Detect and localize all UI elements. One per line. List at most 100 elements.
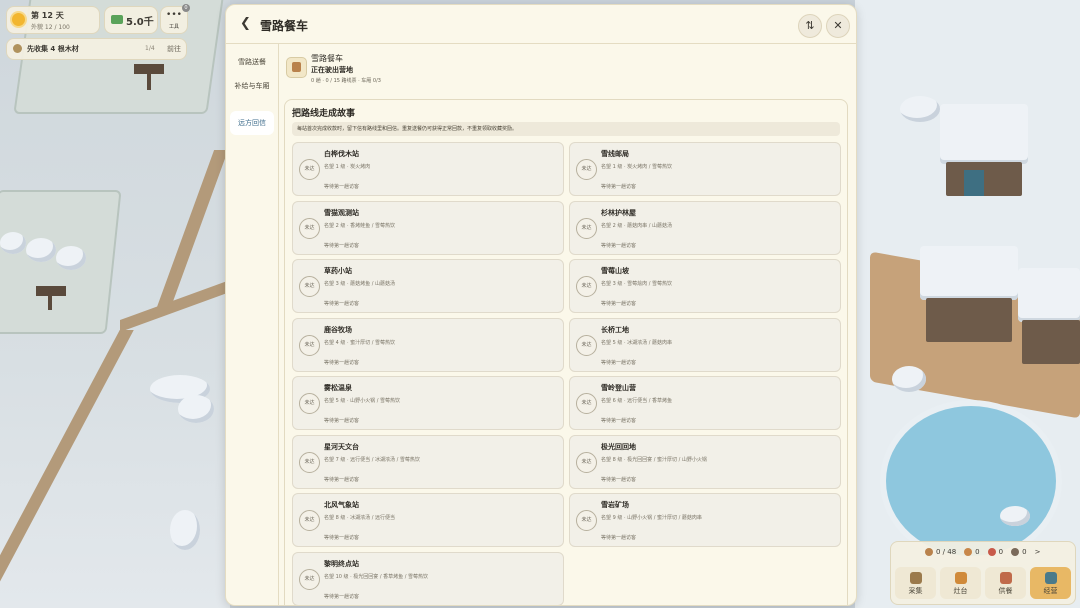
snowball — [56, 246, 86, 270]
resource-item: 0 — [964, 548, 980, 556]
train-summary: 雪路餐车 正在驶出营地 0 趟 · 0 / 15 路线票 · 车厢 0/3 — [286, 53, 846, 93]
station-name: 鹿谷牧场 — [324, 325, 352, 334]
stove-button[interactable]: 灶台 — [940, 567, 981, 599]
locked-stamp-icon: 未达 — [299, 276, 320, 297]
station-card[interactable]: 未达 雪岭登山营 名望 6 级 · 远行便当 / 香草烤鱼 等待第一趟访客 — [569, 376, 841, 430]
station-card[interactable]: 未达 白桦伐木站 名望 1 级 · 炭火烤肉 等待第一趟访客 — [292, 142, 564, 196]
snow-dining-car-dialog: ❮ 雪路餐车 ⇅ ✕ 雪路送餐 补给与车厢 远方回信 雪路餐车 正在驶出营地 0… — [225, 4, 857, 606]
station-requirements: 名望 8 级 · 极光回回宴 / 蜜汁厚切 / 山野小火锅 — [601, 456, 707, 463]
station-card[interactable]: 未达 草药小站 名望 3 级 · 蘑菇烤鱼 / 山蘑菇汤 等待第一趟访客 — [292, 259, 564, 313]
side-nav: 雪路送餐 补给与车厢 远方回信 — [226, 43, 279, 605]
station-status: 等待第一趟访客 — [601, 184, 637, 190]
station-card[interactable]: 未达 雪岩矿场 名望 9 级 · 山野小火锅 / 蜜汁厚切 / 蘑菇肉串 等待第一趟访… — [569, 493, 841, 547]
tools-button[interactable]: ••• 工具 0 — [160, 4, 190, 34]
station-card[interactable]: 未达 星河天文台名望 7 级 · 远行便当 / 冰湖浓汤 / 雪莓热饮 等待第一趟访… — [292, 434, 564, 489]
station-card[interactable]: 未达 雪莓山坡 名望 3 级 · 雪莓烩肉 / 雪莓热饮 等待第一趟访客 — [569, 259, 841, 313]
station-card[interactable]: 未达 北风气象站 名望 8 级 · 冰湖浓汤 / 远行便当 等待第一趟访客 — [292, 493, 564, 547]
locked-stamp-icon: 未达 — [299, 568, 320, 590]
train-name: 雪路餐车 — [311, 54, 343, 63]
station-status: 等待第一趟访客 — [324, 476, 360, 483]
station-requirements: 名望 1 级 · 炭火烤肉 / 雪莓热饮 — [601, 164, 672, 170]
locked-stamp-icon: 未达 — [576, 510, 597, 531]
serve-button[interactable]: 供餐 — [985, 567, 1026, 599]
gather-button[interactable]: 采集 — [895, 567, 936, 599]
station-status: 等待第一趟访客 — [601, 476, 637, 483]
resource-item: 0 — [1011, 548, 1027, 556]
station-status: 等待第一趟访客 — [601, 359, 637, 366]
back-arrow-icon[interactable]: ❮ — [240, 17, 252, 31]
station-card[interactable]: 未达 雾松温泉 名望 5 级 · 山野小火锅 / 雪莓热饮 等待第一趟访客 — [292, 376, 564, 430]
station-status: 等待第一趟访客 — [324, 359, 360, 366]
money-value: 5.0千 — [126, 17, 154, 28]
station-card[interactable]: 未达 鹿谷牧场 名望 4 级 · 蜜汁厚切 / 雪莓热饮 等待第一趟访客 — [292, 317, 564, 372]
wood-icon — [964, 548, 973, 556]
locked-stamp-icon: 未达 — [576, 334, 597, 356]
station-requirements: 名望 2 级 · 蘑菇肉串 / 山蘑菇汤 — [601, 222, 672, 229]
tab-snow-delivery[interactable]: 雪路送餐 — [230, 57, 274, 68]
tip-banner: 每站首次完成收款时，留下信有路线里和回信。重复送餐仍可获得正常回款，不重复领取收… — [292, 122, 840, 136]
swap-button[interactable]: ⇅ — [798, 14, 822, 38]
station-name: 白桦伐木站 — [324, 150, 359, 158]
station-card[interactable]: 未达 极光回回地 名望 8 级 · 极光回回宴 / 蜜汁厚切 / 山野小火锅 等待第一… — [569, 434, 841, 489]
resource-counters: 0 / 48 0 0 0 > — [925, 548, 1040, 556]
locked-stamp-icon: 未达 — [576, 393, 597, 414]
station-requirements: 名望 7 级 · 远行便当 / 冰湖浓汤 / 雪莓热饮 — [324, 456, 420, 463]
locked-stamp-icon: 未达 — [299, 510, 320, 531]
close-button[interactable]: ✕ — [826, 14, 850, 38]
station-requirements: 名望 9 级 · 山野小火锅 / 蜜汁厚切 / 蘑菇肉串 — [601, 515, 702, 521]
day-indicator[interactable]: 第 12 天 外貌 12 / 100 — [6, 6, 100, 34]
notification-badge: 0 — [182, 4, 190, 12]
station-name: 北风气象站 — [324, 501, 359, 509]
train-stats: 0 趟 · 0 / 15 路线票 · 车厢 0/3 — [311, 78, 381, 84]
axe-icon — [910, 572, 922, 584]
snowball — [892, 366, 926, 392]
station-name: 雪猫观测站 — [324, 208, 359, 217]
locked-stamp-icon: 未达 — [576, 217, 597, 239]
signpost — [48, 292, 52, 310]
station-name: 杉林护林屋 — [601, 208, 636, 217]
station-requirements: 名望 2 级 · 香烤鲑鱼 / 雪莓热饮 — [324, 222, 395, 229]
compass-icon — [13, 44, 22, 53]
station-status: 等待第一趟访客 — [324, 593, 360, 600]
locked-stamp-icon: 未达 — [299, 334, 320, 356]
station-card[interactable]: 未达 黎明终点站 名望 10 级 · 极光回回宴 / 香草烤鱼 / 雪莓热饮 等待第一… — [292, 551, 564, 605]
swap-icon: ⇅ — [805, 19, 815, 32]
station-name: 极光回回地 — [601, 442, 636, 451]
quest-progress: 1/4 — [145, 45, 155, 52]
station-status: 等待第一趟访客 — [324, 184, 360, 190]
quest-tracker[interactable]: 先收集 4 根木材 1/4 前往 — [6, 38, 187, 60]
locked-stamp-icon: 未达 — [299, 451, 320, 473]
station-requirements: 名望 3 级 · 雪莓烩肉 / 雪莓热饮 — [601, 281, 672, 287]
manage-button[interactable]: 经营 — [1030, 567, 1071, 599]
day-subtext: 外貌 12 / 100 — [31, 24, 70, 31]
snowball — [900, 96, 940, 122]
meat-icon — [987, 548, 996, 556]
tools-label: 工具 — [168, 24, 179, 30]
station-card[interactable]: 未达 雪猫观测站名望 2 级 · 香烤鲑鱼 / 雪莓热饮 等待第一趟访客 — [292, 200, 564, 255]
locked-stamp-icon: 未达 — [299, 217, 320, 239]
frozen-pond — [880, 400, 1062, 562]
tab-far-letters[interactable]: 远方回信 — [230, 111, 274, 135]
tab-supply-carriage[interactable]: 补给与车厢 — [230, 81, 274, 92]
action-bar: 采集 灶台 供餐 经营 — [895, 567, 1071, 599]
station-status: 等待第一趟访客 — [324, 242, 360, 249]
station-card[interactable]: 未达 长桥工地名望 5 级 · 冰湖浓汤 / 蘑菇肉串 等待第一趟访客 — [569, 317, 841, 372]
station-requirements: 名望 8 级 · 冰湖浓汤 / 远行便当 — [324, 515, 395, 521]
dialog-header: ❮ 雪路餐车 ⇅ ✕ — [226, 5, 856, 44]
money-display[interactable]: 5.0千 — [104, 6, 158, 34]
bowl-icon — [1011, 548, 1020, 556]
station-name: 长桥工地 — [601, 325, 629, 334]
resource-item: 0 — [987, 548, 1003, 556]
station-card[interactable]: 未达 杉林护林屋名望 2 级 · 蘑菇肉串 / 山蘑菇汤 等待第一趟访客 — [569, 200, 841, 255]
station-status: 等待第一趟访客 — [601, 418, 637, 424]
expand-arrow-icon[interactable]: > — [1035, 548, 1041, 556]
station-status: 等待第一趟访客 — [601, 242, 637, 249]
worker-icon — [925, 548, 933, 556]
snowball — [1000, 506, 1030, 526]
quest-go-button[interactable]: 前往 — [167, 44, 181, 54]
station-card[interactable]: 未达 雪线邮局 名望 1 级 · 炭火烤肉 / 雪莓热饮 等待第一趟访客 — [569, 142, 841, 196]
shop-icon — [1045, 572, 1057, 584]
station-requirements: 名望 5 级 · 冰湖浓汤 / 蘑菇肉串 — [601, 339, 672, 346]
station-name: 星河天文台 — [324, 442, 359, 451]
train-status: 正在驶出营地 — [311, 66, 353, 74]
